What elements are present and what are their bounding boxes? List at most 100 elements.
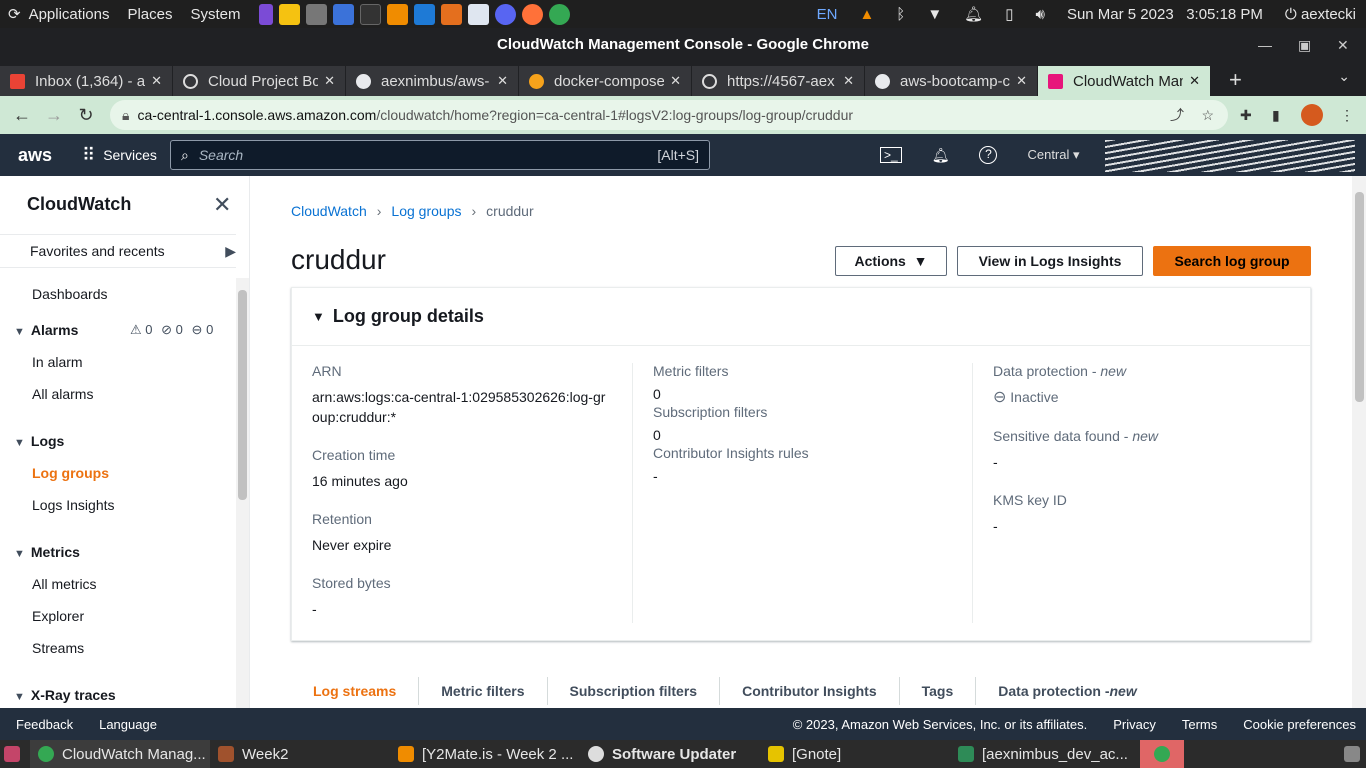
tab-metric-filters[interactable]: Metric filters	[419, 676, 548, 705]
display-icon[interactable]: ▯	[1005, 5, 1013, 23]
region-selector[interactable]: Central ▾	[1027, 147, 1079, 163]
launcher-chrome-icon[interactable]	[548, 3, 570, 25]
launcher-discord-icon[interactable]	[494, 3, 516, 25]
notification-icon[interactable]: 🔔︎	[964, 5, 983, 23]
taskbar-item-gnote[interactable]: [Gnote]	[760, 740, 950, 768]
taskbar-item-week2[interactable]: Week2	[210, 740, 390, 768]
panel-header[interactable]: ▼ Log group details	[292, 288, 1310, 346]
sidebar-item-logs-insights[interactable]: Logs Insights	[32, 497, 115, 513]
wifi-icon[interactable]: ▼	[927, 6, 942, 23]
side-panel-icon[interactable]: ▮	[1272, 107, 1280, 124]
launcher-vscode-icon[interactable]	[413, 3, 435, 25]
minimize-icon[interactable]: —	[1258, 28, 1272, 62]
sidebar-item-all-metrics[interactable]: All metrics	[32, 576, 97, 592]
taskbar-item-spreadsheet[interactable]: [aexnimbus_dev_ac...	[950, 740, 1140, 768]
taskbar-item-vlc[interactable]: [Y2Mate.is - Week 2 ...	[390, 740, 580, 768]
favorites-and-recents[interactable]: Favorites and recents ▶	[0, 234, 236, 268]
tab-subscription-filters[interactable]: Subscription filters	[548, 676, 721, 705]
taskbar-item-software-updater[interactable]: Software Updater	[580, 740, 760, 768]
browser-tab-github-repo[interactable]: aexnimbus/aws- ✕	[346, 66, 519, 96]
close-tab-icon[interactable]: ✕	[497, 73, 508, 89]
close-tab-icon[interactable]: ✕	[324, 73, 335, 89]
aws-search-input[interactable]: ⌕ Search [Alt+S]	[170, 140, 710, 170]
launcher-sublime-icon[interactable]	[440, 3, 462, 25]
launcher-tool-icon[interactable]	[305, 3, 327, 25]
privacy-link[interactable]: Privacy	[1113, 717, 1156, 732]
sidebar-item-streams[interactable]: Streams	[32, 640, 84, 656]
sidebar-item-all-alarms[interactable]: All alarms	[32, 386, 93, 402]
volume-icon[interactable]: 🔊︎	[1035, 6, 1044, 23]
browser-menu-icon[interactable]: ⋮	[1340, 107, 1354, 124]
bookmark-star-icon[interactable]: ☆	[1201, 107, 1214, 124]
browser-tab-cloud-project[interactable]: Cloud Project Bo ✕	[173, 66, 346, 96]
bluetooth-icon[interactable]: ᛒ	[896, 6, 905, 23]
menu-system[interactable]: System	[191, 6, 241, 23]
main-scroll-thumb[interactable]	[1355, 192, 1364, 402]
browser-tab-gmail[interactable]: Inbox (1,364) - ae ✕	[0, 66, 173, 96]
close-tab-icon[interactable]: ✕	[1189, 73, 1200, 89]
menu-applications[interactable]: Applications	[29, 6, 110, 23]
close-tab-icon[interactable]: ✕	[1016, 73, 1027, 89]
taskbar-item-chrome[interactable]: CloudWatch Manag...	[30, 740, 210, 768]
close-tab-icon[interactable]: ✕	[151, 73, 162, 89]
sidebar-item-dashboards[interactable]: Dashboards	[32, 286, 108, 302]
sidebar-section-xray[interactable]: ▼ X-Ray traces	[14, 687, 116, 703]
browser-tab-cloudwatch[interactable]: CloudWatch Man ✕	[1038, 66, 1211, 96]
browser-tab-docker-compose[interactable]: docker-compose ✕	[519, 66, 692, 96]
cloudshell-icon[interactable]: >_	[880, 147, 902, 163]
breadcrumb-log-groups[interactable]: Log groups	[391, 203, 461, 219]
back-icon[interactable]: ←	[6, 105, 38, 126]
os-logo-icon[interactable]: ⟳	[8, 5, 21, 23]
launcher-editor-icon[interactable]	[467, 3, 489, 25]
keyboard-lang[interactable]: EN	[817, 6, 838, 23]
share-icon[interactable]: ⤴	[1170, 105, 1184, 125]
tab-log-streams[interactable]: Log streams	[291, 676, 420, 705]
vlc-tray-icon[interactable]: ▲	[859, 6, 874, 23]
view-in-logs-insights-button[interactable]: View in Logs Insights	[957, 246, 1143, 276]
sidebar-scrollbar[interactable]	[236, 278, 249, 708]
tab-contributor-insights[interactable]: Contributor Insights	[720, 676, 900, 705]
clock[interactable]: Sun Mar 5 2023 3:05:18 PM	[1067, 6, 1263, 23]
services-menu-button[interactable]: ⠿ Services	[82, 145, 157, 166]
breadcrumb-cloudwatch[interactable]: CloudWatch	[291, 203, 367, 219]
terms-link[interactable]: Terms	[1182, 717, 1217, 732]
browser-tab-bootcamp[interactable]: aws-bootcamp-c ✕	[865, 66, 1038, 96]
notifications-bell-icon[interactable]: 🔔︎	[932, 147, 950, 164]
sidebar-section-metrics[interactable]: ▼ Metrics	[14, 544, 80, 560]
maximize-icon[interactable]: ▣	[1298, 28, 1311, 62]
launcher-gem-icon[interactable]	[258, 3, 273, 25]
sidebar-item-explorer[interactable]: Explorer	[32, 608, 84, 624]
close-tab-icon[interactable]: ✕	[843, 73, 854, 89]
aws-logo[interactable]: aws	[18, 145, 66, 166]
sidebar-item-in-alarm[interactable]: In alarm	[32, 354, 83, 370]
sidebar-scroll-thumb[interactable]	[238, 290, 247, 500]
browser-tab-localhost[interactable]: https://4567-aex ✕	[692, 66, 865, 96]
cookie-preferences-link[interactable]: Cookie preferences	[1243, 717, 1356, 732]
sidebar-item-log-groups[interactable]: Log groups	[32, 465, 109, 481]
tab-tags[interactable]: Tags	[900, 676, 977, 705]
reload-icon[interactable]: ↻	[70, 105, 102, 126]
sidebar-section-alarms[interactable]: ▼ Alarms ⚠ 0 ⊘ 0 ⊖ 0	[14, 322, 236, 338]
feedback-link[interactable]: Feedback	[16, 717, 73, 732]
close-tab-icon[interactable]: ✕	[670, 73, 681, 89]
language-link[interactable]: Language	[99, 717, 157, 732]
tab-data-protection[interactable]: Data protection - new	[976, 677, 1158, 705]
search-log-group-button[interactable]: Search log group	[1153, 246, 1311, 276]
launcher-screenshot-icon[interactable]	[332, 3, 354, 25]
forward-icon[interactable]: →	[38, 105, 70, 126]
menu-places[interactable]: Places	[127, 6, 172, 23]
launcher-terminal-icon[interactable]	[359, 3, 381, 25]
extensions-icon[interactable]: ✚	[1240, 107, 1252, 124]
actions-dropdown-button[interactable]: Actions ▼	[835, 246, 947, 276]
launcher-notes-icon[interactable]	[278, 3, 300, 25]
account-menu-redacted[interactable]	[1105, 140, 1355, 172]
taskbar-item-chrome-2[interactable]	[1140, 740, 1184, 768]
user-menu[interactable]: ⏻ aextecki	[1285, 6, 1356, 23]
trash-icon[interactable]	[1340, 740, 1366, 768]
tab-search-icon[interactable]: ⌄	[1338, 68, 1350, 85]
sidebar-section-logs[interactable]: ▼ Logs	[14, 433, 64, 449]
launcher-vlc-icon[interactable]	[386, 3, 408, 25]
close-sidebar-icon[interactable]: ✕	[213, 192, 231, 218]
help-icon[interactable]: ?	[979, 146, 998, 164]
new-tab-button[interactable]: +	[1229, 66, 1242, 96]
